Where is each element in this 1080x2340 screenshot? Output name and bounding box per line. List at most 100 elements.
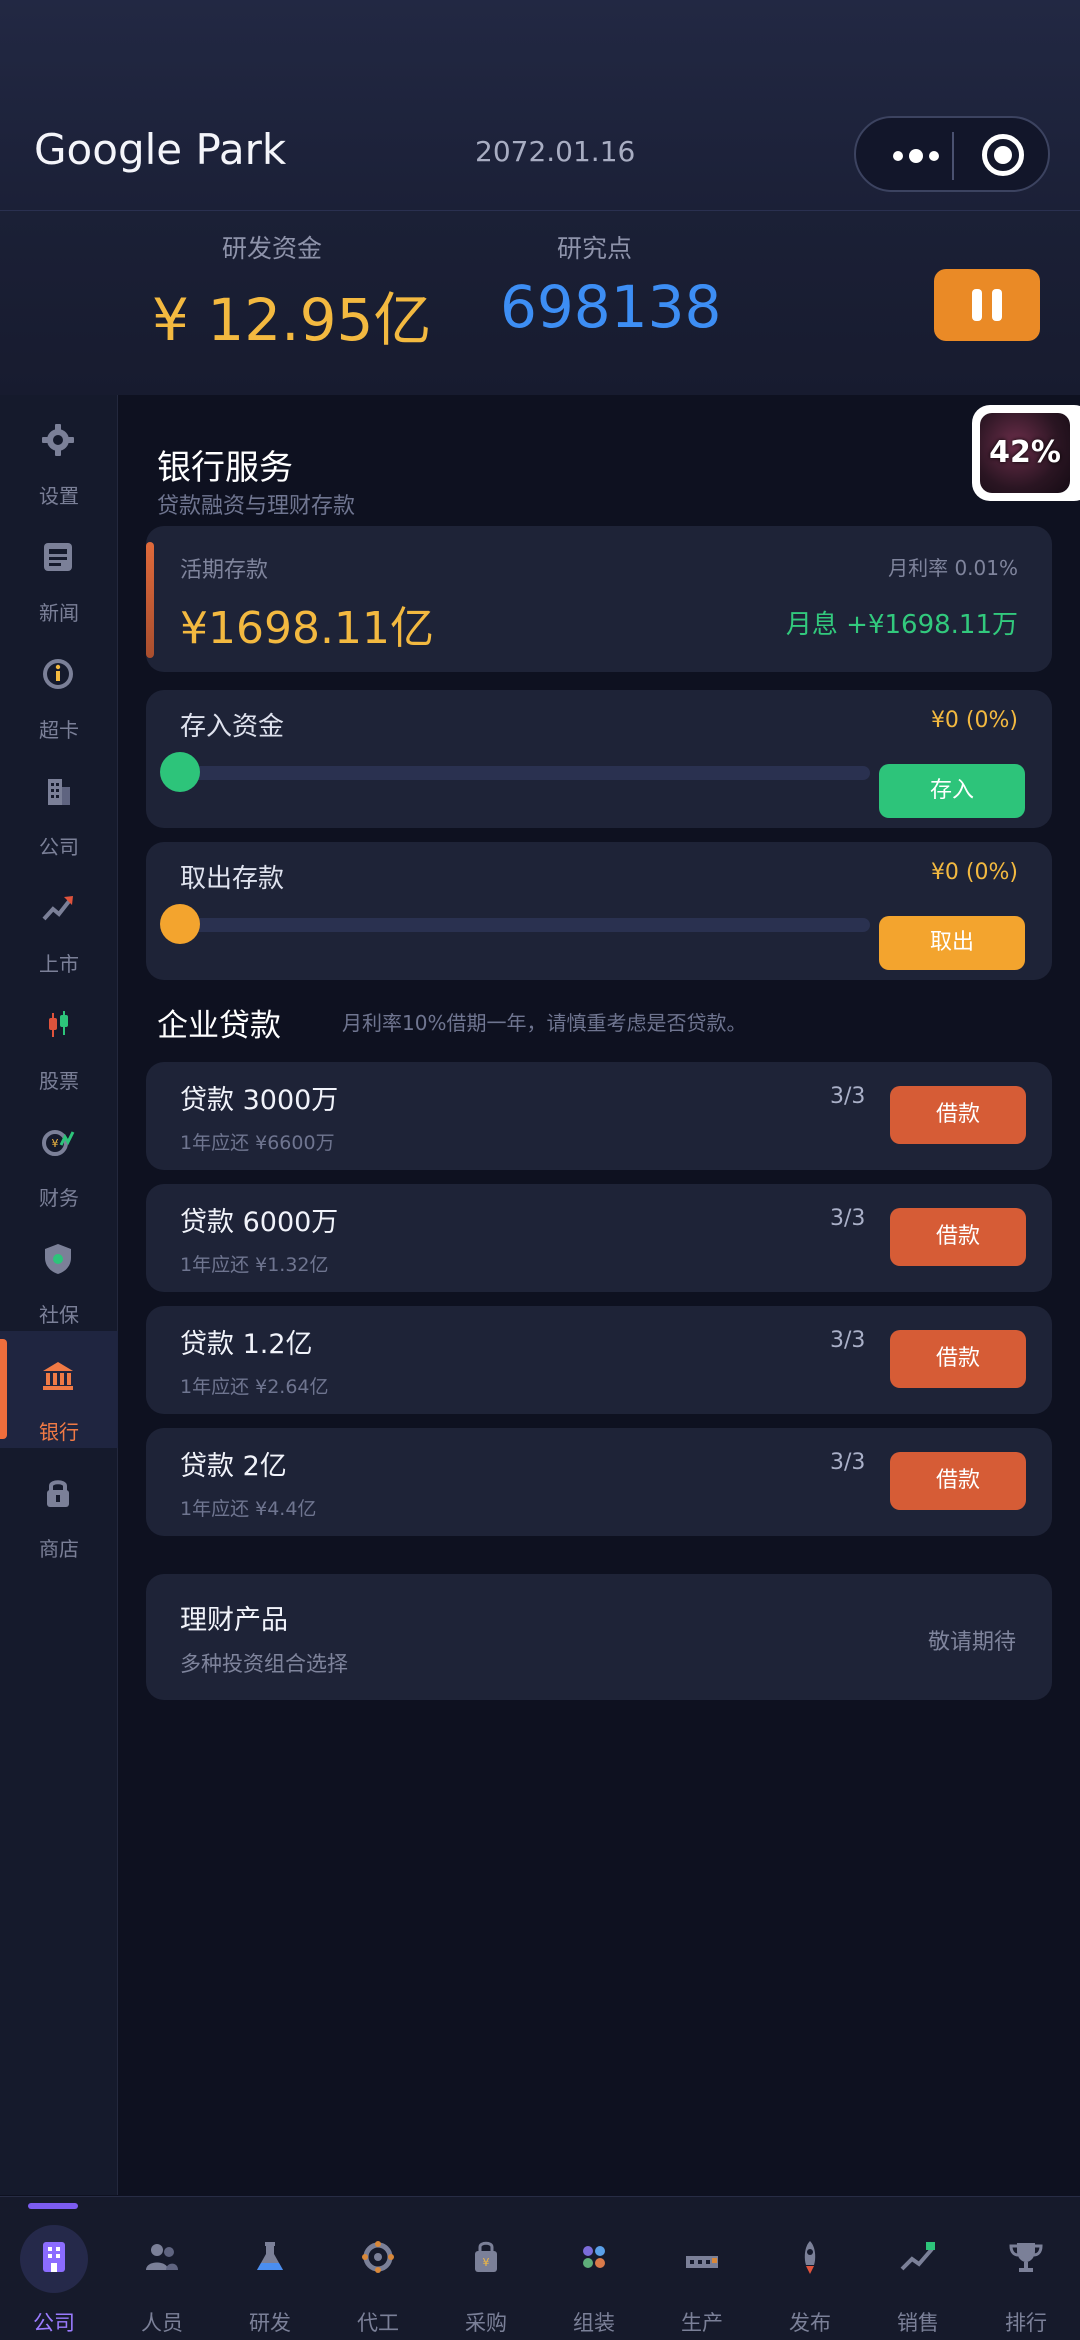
game-date: 2072.01.16 (475, 135, 636, 168)
withdraw-funds-card: 取出存款 ¥0 (0%) 取出 (146, 842, 1052, 980)
sidebar: 设置 新闻 超卡 公司 上市 股票 ¥ 财务 社保 银行 商店 (0, 395, 118, 2195)
sidebar-item-supercard[interactable]: 超卡 (0, 629, 118, 746)
loan-card: 贷款 3000万 1年应还 ¥6600万 3/3 借款 (146, 1062, 1052, 1170)
wealth-products-card[interactable]: 理财产品 多种投资组合选择 敬请期待 (146, 1574, 1052, 1700)
loan-count: 3/3 (830, 1206, 866, 1231)
office-building-icon (43, 2242, 65, 2272)
borrow-button[interactable]: 借款 (890, 1330, 1026, 1388)
card-accent-bar (146, 542, 154, 658)
tab-company[interactable]: 公司 (0, 2197, 108, 2340)
stats-bar: 研发资金 ¥ 12.95亿 研究点 698138 (0, 210, 1080, 395)
tab-production[interactable]: 生产 (648, 2197, 756, 2340)
sidebar-item-label: 上市 (39, 952, 79, 976)
deposit-interest: 月息 +¥1698.11万 (785, 610, 1018, 640)
tab-launch[interactable]: 发布 (756, 2197, 864, 2340)
tab-label: 生产 (681, 2311, 723, 2335)
loan-repay: 1年应还 ¥4.4亿 (180, 1498, 317, 1520)
sidebar-item-label: 新闻 (39, 601, 79, 625)
research-fund-label: 研发资金 (222, 234, 323, 263)
progress-percent: 42% (989, 435, 1061, 470)
loan-repay: 1年应还 ¥6600万 (180, 1132, 335, 1154)
withdraw-button[interactable]: 取出 (879, 916, 1025, 970)
withdraw-slider-thumb[interactable] (160, 904, 200, 944)
loan-note: 月利率10%借期一年，请慎重考虑是否贷款。 (342, 1011, 747, 1035)
lock-icon (47, 1480, 69, 1507)
sidebar-item-shop[interactable]: 商店 (0, 1448, 118, 1565)
sidebar-item-ipo[interactable]: 上市 (0, 863, 118, 980)
research-points-value: 698138 (500, 273, 722, 341)
sidebar-item-bank[interactable]: 银行 (0, 1331, 118, 1448)
borrow-button[interactable]: 借款 (890, 1452, 1026, 1510)
shield-icon (45, 1244, 71, 1274)
deposit-funds-label: 存入资金 (180, 712, 285, 742)
tab-sales[interactable]: 销售 (864, 2197, 972, 2340)
loan-section-title: 企业贷款 (157, 1008, 281, 1044)
deposit-slider-thumb[interactable] (160, 752, 200, 792)
rocket-icon (804, 2241, 816, 2274)
sales-chart-icon (900, 2242, 935, 2271)
tab-ranking[interactable]: 排行 (972, 2197, 1080, 2340)
progress-badge[interactable]: 42% (972, 405, 1080, 501)
dot-icon (929, 151, 939, 161)
loan-title: 贷款 2亿 (180, 1451, 287, 1482)
finance-icon: ¥ (42, 1130, 75, 1156)
research-points-label: 研究点 (557, 234, 633, 263)
loan-title: 贷款 1.2亿 (180, 1329, 313, 1360)
borrow-button[interactable]: 借款 (890, 1208, 1026, 1266)
page-subtitle: 贷款融资与理财存款 (157, 494, 356, 519)
components-icon (583, 2246, 605, 2268)
pause-button[interactable] (934, 269, 1040, 341)
loan-count: 3/3 (830, 1328, 866, 1353)
sidebar-item-news[interactable]: 新闻 (0, 512, 118, 629)
deposit-slider-track[interactable] (180, 766, 870, 780)
loan-card: 贷款 2亿 1年应还 ¥4.4亿 3/3 借款 (146, 1428, 1052, 1536)
tab-label: 发布 (789, 2311, 831, 2335)
tab-oem[interactable]: 代工 (324, 2197, 432, 2340)
borrow-button[interactable]: 借款 (890, 1086, 1026, 1144)
candlestick-icon (49, 1011, 68, 1037)
loan-title: 贷款 3000万 (180, 1085, 339, 1116)
sidebar-item-label: 公司 (39, 835, 79, 859)
wealth-status: 敬请期待 (927, 1630, 1016, 1655)
wealth-title: 理财产品 (180, 1605, 288, 1636)
tab-label: 排行 (1005, 2311, 1047, 2335)
sidebar-item-stocks[interactable]: 股票 (0, 980, 118, 1097)
tab-label: 代工 (357, 2311, 399, 2335)
dot-icon (893, 151, 903, 161)
tab-staff[interactable]: 人员 (108, 2197, 216, 2340)
more-options-button[interactable] (886, 140, 946, 172)
withdraw-slider-track[interactable] (180, 918, 870, 932)
gear-icon (42, 424, 74, 456)
sidebar-item-label: 股票 (39, 1069, 79, 1093)
tab-research[interactable]: 研发 (216, 2197, 324, 2340)
sidebar-item-label: 超卡 (39, 718, 79, 742)
sidebar-item-company[interactable]: 公司 (0, 746, 118, 863)
sidebar-item-social-security[interactable]: 社保 (0, 1214, 118, 1331)
tab-label: 销售 (897, 2311, 939, 2335)
deposit-button[interactable]: 存入 (879, 764, 1025, 818)
sidebar-item-label: 银行 (39, 1420, 79, 1444)
tab-assembly[interactable]: 组装 (540, 2197, 648, 2340)
gear-cog-icon (362, 2241, 394, 2273)
page-title: 银行服务 (157, 448, 293, 488)
shopping-bag-icon: ¥ (475, 2241, 497, 2272)
bank-icon (43, 1362, 73, 1390)
bottom-nav: 公司 人员 研发 代工 ¥ 采购 组装 生产 发布 销售 排行 (0, 2196, 1080, 2340)
tab-label: 公司 (33, 2311, 75, 2335)
newspaper-icon (44, 543, 72, 571)
deposit-amount: ¥1698.11亿 (180, 603, 434, 654)
sidebar-item-finance[interactable]: ¥ 财务 (0, 1097, 118, 1214)
top-bar: Google Park 2072.01.16 (0, 0, 1080, 210)
sidebar-item-settings[interactable]: 设置 (0, 395, 118, 512)
close-target-icon[interactable] (982, 134, 1024, 176)
wealth-subtitle: 多种投资组合选择 (180, 1652, 348, 1676)
loan-title: 贷款 6000万 (180, 1207, 339, 1238)
sidebar-item-label: 社保 (39, 1303, 79, 1327)
demand-deposit-card: 活期存款 月利率 0.01% ¥1698.11亿 月息 +¥1698.11万 (146, 526, 1052, 672)
building-icon (48, 779, 70, 805)
svg-text:¥: ¥ (483, 2256, 490, 2269)
trophy-icon (1009, 2243, 1043, 2272)
loan-repay: 1年应还 ¥1.32亿 (180, 1254, 329, 1276)
tab-purchase[interactable]: ¥ 采购 (432, 2197, 540, 2340)
dot-icon (909, 149, 923, 163)
